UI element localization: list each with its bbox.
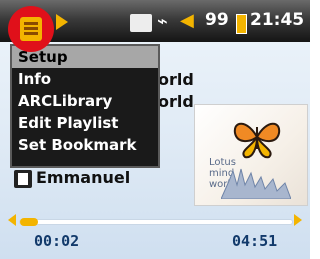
volume-level: 99 bbox=[205, 10, 229, 30]
next-arrow-icon[interactable] bbox=[294, 214, 302, 226]
menu-item-info[interactable]: Info bbox=[12, 68, 158, 90]
context-menu: Setup Info ARCLibrary Edit Playlist Set … bbox=[10, 44, 160, 168]
bookmark-icon bbox=[130, 14, 152, 32]
hands-illustration bbox=[221, 168, 291, 199]
device-screen: ⌁ ◀︎ 99 21:45 Setup Info ARCLibrary Edit… bbox=[0, 0, 310, 259]
battery-icon bbox=[236, 14, 247, 34]
clock: 21:45 bbox=[250, 10, 305, 30]
menu-item-set-bookmark[interactable]: Set Bookmark bbox=[12, 134, 158, 156]
album-art: Lotus mind world bbox=[194, 104, 308, 206]
menu-icon-glyph bbox=[20, 17, 42, 41]
track-artist-fragment: orld bbox=[158, 70, 194, 89]
menu-icon[interactable] bbox=[8, 6, 54, 52]
butterfly-illustration bbox=[233, 122, 281, 159]
speaker-icon: ◀︎ bbox=[180, 10, 194, 31]
menu-item-edit-playlist[interactable]: Edit Playlist bbox=[12, 112, 158, 134]
play-arrow-icon bbox=[56, 14, 68, 30]
progress-fill bbox=[20, 218, 38, 226]
menu-item-arclibrary[interactable]: ARCLibrary bbox=[12, 90, 158, 112]
progress-bar[interactable] bbox=[20, 216, 292, 226]
track-title: Emmanuel bbox=[36, 168, 131, 187]
headphone-icon: ⌁ bbox=[157, 11, 168, 32]
progress-track bbox=[20, 220, 292, 224]
track-icon bbox=[14, 170, 32, 188]
previous-arrow-icon[interactable] bbox=[8, 214, 16, 226]
elapsed-time: 00:02 bbox=[34, 232, 80, 250]
track-album-fragment: orld bbox=[158, 92, 194, 111]
total-time: 04:51 bbox=[232, 232, 278, 250]
